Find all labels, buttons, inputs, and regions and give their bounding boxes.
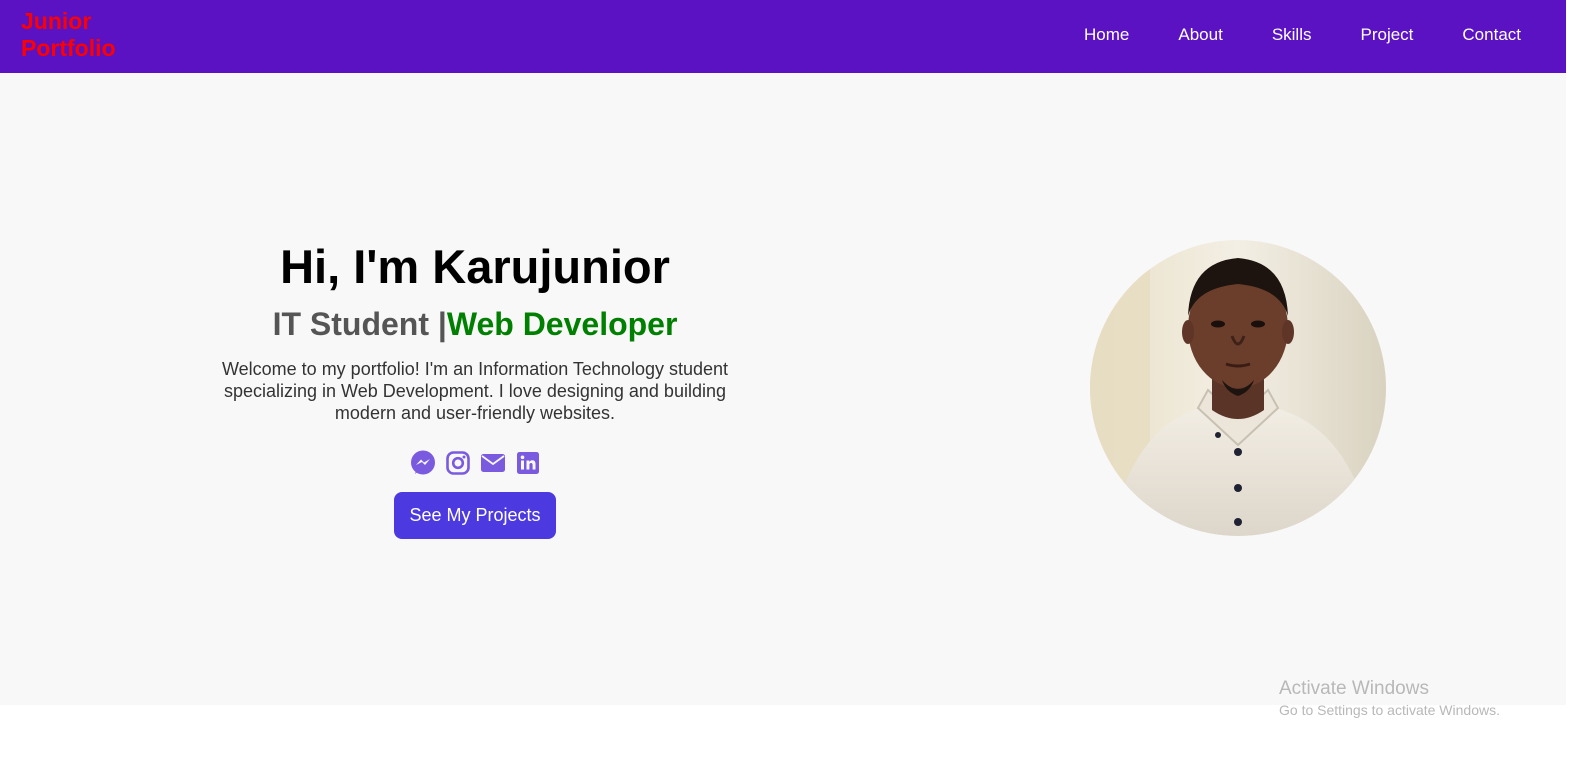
- subtitle-typed: Web Developer: [446, 306, 678, 342]
- brand-line-2: Portfolio: [21, 35, 116, 61]
- nav-item-contact[interactable]: Contact: [1462, 25, 1521, 45]
- envelope-icon[interactable]: [480, 450, 506, 476]
- subtitle-static: IT Student |: [272, 306, 447, 342]
- nav-item-skills[interactable]: Skills: [1272, 25, 1312, 45]
- brand-line-1: Junior: [21, 8, 92, 34]
- hero-title: Hi, I'm Karujunior: [280, 240, 670, 293]
- nav-links: Home About Skills Project Contact: [1035, 0, 1521, 70]
- nav-item-project[interactable]: Project: [1360, 25, 1413, 45]
- scrollbar-gutter: [1566, 0, 1588, 768]
- brand-logo[interactable]: Junior Portfolio: [21, 8, 131, 62]
- linkedin-icon[interactable]: [515, 450, 541, 476]
- nav-item-about[interactable]: About: [1178, 25, 1222, 45]
- windows-activation-watermark: Activate Windows Go to Settings to activ…: [1279, 678, 1500, 720]
- messenger-icon[interactable]: [410, 450, 436, 476]
- hero-section: Hi, I'm Karujunior IT Student |Web Devel…: [0, 73, 1566, 705]
- social-links: [190, 450, 760, 476]
- nav-item-home[interactable]: Home: [1084, 25, 1129, 45]
- profile-photo: [1090, 240, 1386, 536]
- instagram-icon[interactable]: [445, 450, 471, 476]
- navbar: Junior Portfolio Home About Skills Proje…: [0, 0, 1566, 73]
- hero-description: Welcome to my portfolio! I'm an Informat…: [221, 359, 729, 423]
- watermark-subtitle: Go to Settings to activate Windows.: [1279, 702, 1500, 718]
- hero-text: Hi, I'm Karujunior IT Student |Web Devel…: [190, 238, 760, 539]
- watermark-title: Activate Windows: [1279, 678, 1429, 699]
- see-projects-button[interactable]: See My Projects: [394, 492, 556, 539]
- hero-subtitle: IT Student |Web Developer: [190, 304, 760, 344]
